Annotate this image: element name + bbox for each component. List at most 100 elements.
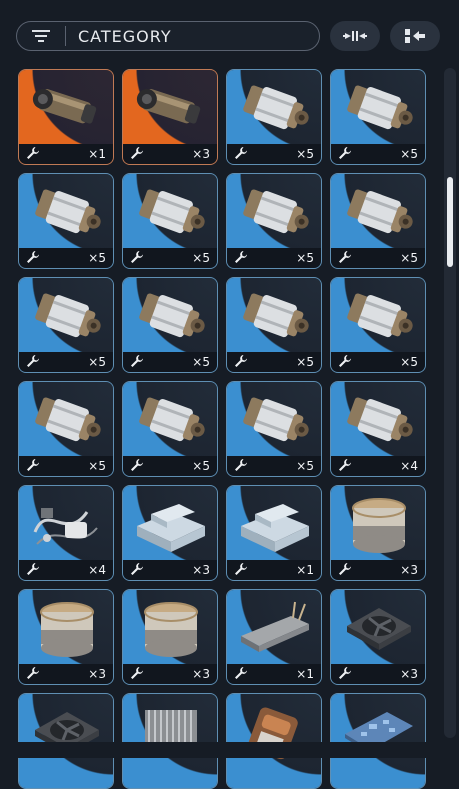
item-quantity: ×5 xyxy=(296,355,314,369)
wrench-icon xyxy=(130,665,144,684)
wrench-icon xyxy=(234,665,248,684)
fan-unit-icon xyxy=(339,596,419,662)
item-quantity: ×3 xyxy=(192,563,210,577)
inventory-slot[interactable]: ×3 xyxy=(18,589,114,685)
slot-footer: ×5 xyxy=(227,248,321,268)
wrench-icon xyxy=(338,665,352,684)
slot-footer: ×5 xyxy=(227,144,321,164)
item-quantity: ×5 xyxy=(88,251,106,265)
arrows-inward-icon xyxy=(343,31,367,41)
inventory-slot[interactable]: ×5 xyxy=(122,173,218,269)
inventory-slot[interactable]: ×5 xyxy=(18,381,114,477)
inventory-slot[interactable]: ×5 xyxy=(330,69,426,165)
canister-icon xyxy=(339,76,419,142)
canister-icon xyxy=(339,180,419,246)
wires-scrap-icon xyxy=(27,492,107,558)
divider xyxy=(65,26,66,46)
drum-icon xyxy=(339,492,419,558)
inventory-slot[interactable]: ×5 xyxy=(226,277,322,373)
slot-footer: ×5 xyxy=(19,352,113,372)
canister-icon xyxy=(131,388,211,454)
item-quantity: ×1 xyxy=(296,563,314,577)
inventory-slot[interactable]: ×5 xyxy=(18,277,114,373)
wrench-icon xyxy=(338,145,352,164)
scroll-thumb[interactable] xyxy=(447,177,453,267)
inventory-slot[interactable]: ×5 xyxy=(226,381,322,477)
wrench-icon xyxy=(26,145,40,164)
inventory-slot[interactable]: ×1 xyxy=(18,69,114,165)
scrollbar[interactable] xyxy=(444,68,456,738)
wrench-icon xyxy=(26,353,40,372)
item-quantity: ×5 xyxy=(192,459,210,473)
wrench-icon xyxy=(234,353,248,372)
item-quantity: ×5 xyxy=(296,251,314,265)
inventory-slot[interactable]: ×1 xyxy=(226,485,322,581)
compress-button[interactable] xyxy=(330,21,380,51)
item-quantity: ×5 xyxy=(296,147,314,161)
category-filter[interactable]: CATEGORY xyxy=(16,21,320,51)
top-bar: CATEGORY xyxy=(16,21,442,53)
wrench-icon xyxy=(26,457,40,476)
item-quantity: ×5 xyxy=(192,251,210,265)
wrench-icon xyxy=(26,249,40,268)
canister-icon xyxy=(235,388,315,454)
battery-pack-icon xyxy=(235,596,315,662)
wrench-icon xyxy=(234,457,248,476)
item-quantity: ×3 xyxy=(192,667,210,681)
inventory-slot[interactable]: ×5 xyxy=(330,173,426,269)
wrench-icon xyxy=(338,561,352,580)
item-quantity: ×5 xyxy=(400,355,418,369)
slot-footer: ×5 xyxy=(331,352,425,372)
slot-footer: ×1 xyxy=(227,560,321,580)
collapse-button[interactable] xyxy=(390,21,440,51)
inventory-slot[interactable]: ×3 xyxy=(122,69,218,165)
wrench-icon xyxy=(338,457,352,476)
inventory-slot[interactable]: ×5 xyxy=(122,277,218,373)
wrench-icon xyxy=(26,561,40,580)
metal-block-icon xyxy=(235,492,315,558)
inventory-slot[interactable] xyxy=(18,693,114,789)
wrench-icon xyxy=(130,353,144,372)
slot-footer: ×5 xyxy=(331,248,425,268)
slot-footer: ×1 xyxy=(227,664,321,684)
item-quantity: ×5 xyxy=(88,355,106,369)
inventory-slot[interactable]: ×5 xyxy=(18,173,114,269)
item-quantity: ×1 xyxy=(88,147,106,161)
inventory-slot[interactable] xyxy=(122,693,218,789)
wrench-icon xyxy=(234,145,248,164)
wrench-icon xyxy=(26,665,40,684)
blaster-icon xyxy=(131,76,211,142)
canister-icon xyxy=(235,76,315,142)
item-quantity: ×5 xyxy=(296,459,314,473)
slot-footer: ×3 xyxy=(331,560,425,580)
inventory-slot[interactable]: ×4 xyxy=(330,381,426,477)
inventory-slot[interactable]: ×3 xyxy=(330,485,426,581)
inventory-slot[interactable]: ×3 xyxy=(122,485,218,581)
canister-icon xyxy=(131,284,211,350)
inventory-slot[interactable]: ×5 xyxy=(330,277,426,373)
slot-footer: ×4 xyxy=(19,560,113,580)
inventory-slot[interactable]: ×1 xyxy=(226,589,322,685)
wrench-icon xyxy=(130,145,144,164)
wrench-icon xyxy=(338,249,352,268)
inventory-slot[interactable]: ×4 xyxy=(18,485,114,581)
filter-lines-icon[interactable] xyxy=(17,21,65,51)
slot-footer: ×3 xyxy=(123,144,217,164)
inventory-slot[interactable]: ×3 xyxy=(122,589,218,685)
metal-block-icon xyxy=(131,492,211,558)
slot-footer: ×5 xyxy=(123,456,217,476)
slot-footer: ×5 xyxy=(227,352,321,372)
inventory-slot[interactable]: ×5 xyxy=(122,381,218,477)
slot-footer: ×5 xyxy=(123,248,217,268)
inventory-slot[interactable]: ×5 xyxy=(226,69,322,165)
inventory-slot[interactable]: ×3 xyxy=(330,589,426,685)
inventory-slot[interactable]: ×5 xyxy=(226,173,322,269)
item-quantity: ×5 xyxy=(88,459,106,473)
item-quantity: ×4 xyxy=(400,459,418,473)
canister-icon xyxy=(235,284,315,350)
slot-footer: ×3 xyxy=(331,664,425,684)
inventory-slot[interactable] xyxy=(226,693,322,789)
item-quantity: ×4 xyxy=(88,563,106,577)
inventory-slot[interactable] xyxy=(330,693,426,789)
canister-icon xyxy=(339,388,419,454)
